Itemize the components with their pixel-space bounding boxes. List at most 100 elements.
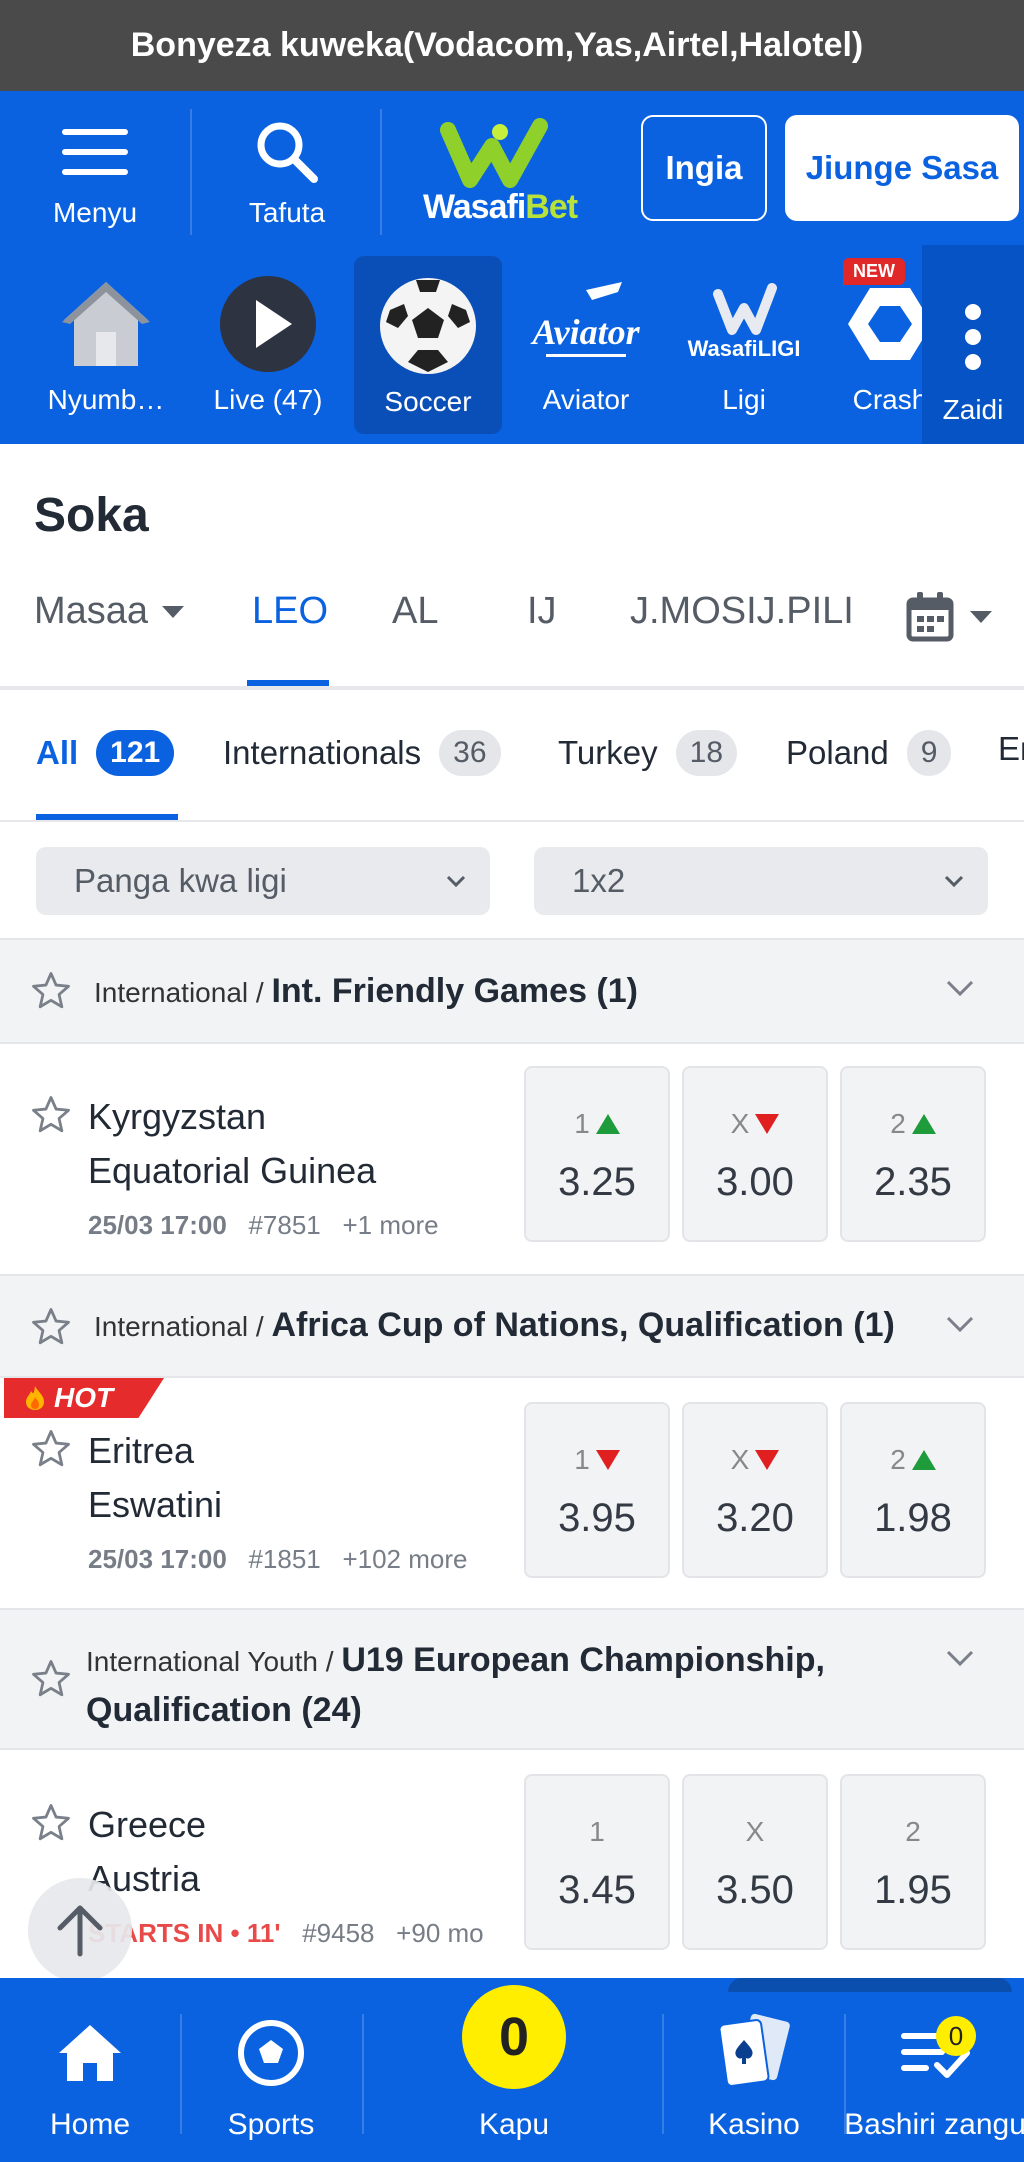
chevron-down-icon[interactable] bbox=[944, 1646, 976, 1670]
nav-label: Soccer bbox=[384, 386, 472, 417]
chevron-down-icon[interactable] bbox=[944, 1312, 976, 1336]
category-tabs: All 121 Internationals 36 Turkey 18 Pola… bbox=[0, 694, 1024, 822]
nav-item-home[interactable]: Nyumb… bbox=[32, 254, 180, 444]
home-team: Kyrgyzstan bbox=[88, 1096, 267, 1137]
join-now-button[interactable]: Jiunge Sasa bbox=[785, 115, 1019, 221]
tab-label: Masaa bbox=[34, 590, 149, 632]
odds-button-draw[interactable]: X 3.20 bbox=[682, 1402, 828, 1578]
soccer-ball-icon bbox=[378, 256, 478, 386]
odds-button-home[interactable]: 1 3.25 bbox=[524, 1066, 670, 1242]
chevron-down-icon[interactable] bbox=[944, 976, 976, 1000]
market-select[interactable]: 1x2 bbox=[534, 847, 988, 915]
league-title: International / Africa Cup of Nations, Q… bbox=[94, 1306, 895, 1344]
svg-text:WasafiLIGI: WasafiLIGI bbox=[688, 336, 801, 361]
nav-item-live[interactable]: Live (47) bbox=[194, 254, 342, 444]
drag-handle[interactable] bbox=[728, 1978, 1012, 1992]
time-filter-tabs: Masaa LEO AL IJ J.MOSIJ.PILI bbox=[0, 570, 1024, 690]
category-count-badge: 121 bbox=[96, 730, 175, 776]
odds-up-icon bbox=[595, 1113, 620, 1134]
star-icon[interactable] bbox=[30, 1802, 72, 1844]
bottom-nav-label: Kasino bbox=[708, 2108, 800, 2141]
page-title: Soka bbox=[34, 489, 149, 542]
odds-button-draw[interactable]: X 3.50 bbox=[682, 1774, 828, 1950]
bottom-nav-sports[interactable]: Sports bbox=[200, 1978, 342, 2162]
odds-button-home[interactable]: 1 3.45 bbox=[524, 1774, 670, 1950]
star-icon[interactable] bbox=[30, 1306, 72, 1348]
nav-item-soccer[interactable]: Soccer bbox=[354, 256, 502, 434]
away-team: Eswatini bbox=[88, 1484, 223, 1525]
category-tab-all[interactable]: All 121 bbox=[36, 730, 175, 776]
odds-button-away[interactable]: 2 1.98 bbox=[840, 1402, 986, 1578]
category-label: En bbox=[998, 730, 1024, 767]
hot-badge: HOT bbox=[4, 1378, 164, 1418]
logo-text: WasafiBet bbox=[422, 187, 578, 226]
chevron-down-icon bbox=[446, 875, 466, 888]
search-icon bbox=[254, 117, 320, 187]
fire-icon bbox=[26, 1386, 44, 1410]
nav-label: Live (47) bbox=[213, 384, 323, 415]
league-header[interactable]: International / Africa Cup of Nations, Q… bbox=[0, 1274, 1024, 1378]
new-badge: NEW bbox=[843, 258, 905, 285]
divider bbox=[380, 109, 382, 235]
divider bbox=[180, 2014, 182, 2134]
star-icon[interactable] bbox=[30, 1658, 72, 1700]
match-row[interactable]: Greece Austria STARTS IN • 11' #9458 +90… bbox=[0, 1750, 1024, 1978]
divider bbox=[362, 2014, 364, 2134]
league-header[interactable]: International / Int. Friendly Games (1) bbox=[0, 938, 1024, 1044]
match-meta: 25/03 17:00 #1851 +102 more bbox=[88, 1544, 468, 1574]
more-label: Zaidi bbox=[942, 394, 1004, 425]
star-icon[interactable] bbox=[30, 1428, 72, 1470]
odds-up-icon bbox=[911, 1449, 936, 1470]
bottom-nav-home[interactable]: Home bbox=[20, 1978, 160, 2162]
tab-today[interactable]: LEO bbox=[252, 590, 328, 633]
menu-button[interactable]: Menyu bbox=[18, 91, 172, 254]
match-meta: 25/03 17:00 #7851 +1 more bbox=[88, 1210, 439, 1240]
category-tab-internationals[interactable]: Internationals 36 bbox=[223, 730, 501, 776]
promo-banner[interactable]: Bonyeza kuweka(Vodacom,Yas,Airtel,Halote… bbox=[0, 0, 1024, 91]
calendar-icon bbox=[906, 592, 954, 642]
calendar-dropdown[interactable] bbox=[906, 592, 994, 642]
market-select-value: 1x2 bbox=[572, 862, 626, 899]
category-tab-turkey[interactable]: Turkey 18 bbox=[558, 730, 738, 776]
sort-select[interactable]: Panga kwa ligi bbox=[36, 847, 490, 915]
nav-label: Nyumb… bbox=[47, 384, 165, 415]
category-label: All bbox=[36, 734, 79, 771]
kebab-icon bbox=[965, 304, 981, 370]
search-label: Tafuta bbox=[248, 196, 326, 228]
odds-button-draw[interactable]: X 3.00 bbox=[682, 1066, 828, 1242]
category-tab-england[interactable]: En bbox=[998, 730, 1024, 768]
category-label: Poland bbox=[786, 734, 889, 771]
more-button[interactable]: Zaidi bbox=[922, 245, 1024, 444]
scroll-to-top-button[interactable] bbox=[28, 1878, 132, 1982]
match-row[interactable]: Kyrgyzstan Equatorial Guinea 25/03 17:00… bbox=[0, 1044, 1024, 1274]
star-icon[interactable] bbox=[30, 1094, 72, 1136]
match-row[interactable]: Eritrea Eswatini 25/03 17:00 #1851 +102 … bbox=[0, 1378, 1024, 1608]
odds-down-icon bbox=[755, 1449, 780, 1470]
play-icon bbox=[218, 254, 318, 384]
star-icon[interactable] bbox=[30, 970, 72, 1012]
tab-weekend[interactable]: J.MOSIJ.PILI bbox=[630, 590, 854, 633]
odds-button-away[interactable]: 2 2.35 bbox=[840, 1066, 986, 1242]
odds-button-away[interactable]: 2 1.95 bbox=[840, 1774, 986, 1950]
nav-item-aviator[interactable]: Aviator Aviator bbox=[512, 254, 660, 444]
tab-games-dropdown[interactable]: Masaa bbox=[34, 590, 186, 633]
bottom-nav-casino[interactable]: Kasino bbox=[684, 1978, 824, 2162]
wasafi-ligi-icon: WasafiLIGI bbox=[684, 254, 804, 384]
divider bbox=[662, 2014, 664, 2134]
login-button[interactable]: Ingia bbox=[641, 115, 767, 221]
betslip-count-button[interactable]: 0 bbox=[462, 1985, 566, 2089]
league-header[interactable]: International Youth / U19 European Champ… bbox=[0, 1608, 1024, 1750]
category-tab-poland[interactable]: Poland 9 bbox=[786, 730, 952, 776]
bottom-nav-mybets[interactable]: Bashiri zangu bbox=[844, 1978, 1024, 2162]
tab-tomorrow[interactable]: AL bbox=[392, 590, 438, 633]
nav-label: Ligi bbox=[722, 384, 766, 415]
odds-button-home[interactable]: 1 3.95 bbox=[524, 1402, 670, 1578]
nav-item-ligi[interactable]: WasafiLIGI Ligi bbox=[670, 254, 818, 444]
category-label: Turkey bbox=[558, 734, 658, 771]
category-count-badge: 36 bbox=[439, 730, 501, 776]
wasafibet-logo[interactable]: WasafiBet bbox=[400, 101, 600, 241]
sort-select-value: Panga kwa ligi bbox=[74, 862, 287, 899]
bottom-nav-label: Kapu bbox=[478, 2108, 550, 2141]
search-button[interactable]: Tafuta bbox=[210, 91, 364, 254]
tab-friday[interactable]: IJ bbox=[527, 590, 557, 633]
